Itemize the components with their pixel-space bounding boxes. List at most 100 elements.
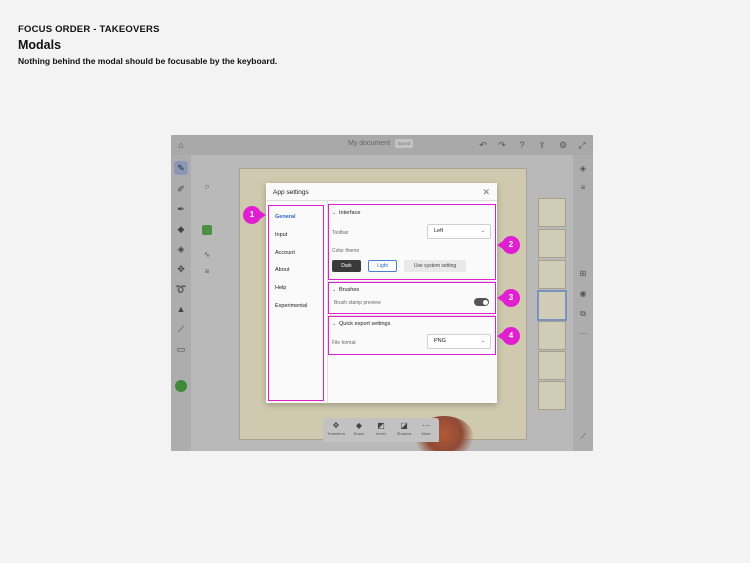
pen-tool-icon[interactable]: ✒ — [174, 202, 188, 216]
toolbar-select[interactable]: Left ⌄ — [427, 224, 491, 239]
quick-export-section: ⌄ Quick export settings File format PNG … — [328, 316, 496, 355]
section-title-interface[interactable]: Interface — [339, 210, 360, 216]
nav-item-input[interactable]: Input — [275, 232, 287, 238]
toolbar-label: Toolbar — [332, 230, 349, 236]
chevron-down-icon[interactable]: ⌄ — [332, 287, 336, 293]
interface-section: ⌄ Interface Toolbar Left ⌄ Color theme D… — [328, 204, 496, 280]
toggle-knob — [483, 299, 488, 305]
theme-dark-button[interactable]: Dark — [332, 260, 361, 272]
help-icon[interactable]: ? — [516, 139, 528, 151]
nav-item-help[interactable]: Help — [275, 285, 286, 291]
brushes-section: ⌄ Brushes Brush stamp preview — [328, 282, 496, 314]
bottom-toolbar: ✥ Transform ◆ Erase ◩ Invert ◪ Shadow ⋯ … — [323, 418, 439, 442]
chevron-down-icon[interactable]: ⌄ — [332, 321, 336, 327]
layer-thumbnail[interactable] — [538, 351, 566, 380]
chevron-down-icon: ⌄ — [480, 228, 485, 234]
layer-thumbnail[interactable] — [538, 260, 566, 289]
section-title-quick-export[interactable]: Quick export settings — [339, 321, 390, 327]
file-format-select[interactable]: PNG ⌄ — [427, 334, 491, 349]
merge-icon[interactable]: ⧉ — [577, 308, 589, 320]
layer-thumbnail-selected[interactable] — [537, 290, 567, 321]
header-eyebrow: FOCUS ORDER - TAKEOVERS — [18, 24, 160, 35]
shadow-label: Shadow — [396, 431, 412, 436]
share-icon[interactable]: ⇪ — [536, 139, 548, 151]
wave-icon[interactable]: ∿ — [200, 248, 214, 261]
focus-order-badge-3: 3 — [497, 289, 520, 307]
transform-icon: ✥ — [332, 421, 340, 430]
document-title: My document — [348, 140, 391, 147]
page-subtitle: Nothing behind the modal should be focus… — [18, 56, 278, 66]
more-label: More — [421, 431, 431, 436]
theme-system-button[interactable]: Use system setting — [404, 260, 466, 272]
erase-button[interactable]: ◆ Erase — [348, 421, 370, 437]
image-tool-icon[interactable]: ▭ — [174, 342, 188, 356]
layer-thumbnail[interactable] — [538, 229, 566, 258]
nav-item-about[interactable]: About — [275, 267, 289, 273]
erase-icon: ◆ — [355, 421, 363, 430]
properties-icon[interactable]: ≡ — [577, 182, 589, 194]
home-icon[interactable]: ⌂ — [175, 139, 187, 151]
section-title-brushes[interactable]: Brushes — [339, 287, 359, 293]
invert-button[interactable]: ◩ Invert — [370, 421, 392, 437]
nav-item-experimental[interactable]: Experimental — [275, 303, 307, 309]
ruler-icon[interactable]: ⟋ — [577, 431, 589, 443]
lasso-tool-icon[interactable]: ➰ — [174, 282, 188, 296]
layers-panel — [535, 193, 567, 413]
visibility-icon[interactable]: ◉ — [577, 288, 589, 300]
app-settings-modal: App settings ✕ General Input Account Abo… — [266, 183, 497, 403]
toolbar-select-value: Left — [434, 228, 444, 234]
nav-item-account[interactable]: Account — [275, 250, 295, 256]
invert-label: Invert — [375, 431, 386, 436]
divider — [266, 200, 497, 201]
transform-button[interactable]: ✥ Transform — [325, 421, 347, 437]
layer-thumbnail[interactable] — [538, 321, 566, 350]
settings-nav: General Input Account About Help Experim… — [268, 205, 324, 401]
focus-order-badge-2: 2 — [497, 236, 520, 254]
transform-label: Transform — [326, 431, 346, 436]
focus-order-badge-4: 4 — [497, 327, 520, 345]
color-swatch[interactable] — [175, 380, 187, 392]
layer-thumbnail[interactable] — [538, 381, 566, 410]
erase-label: Erase — [353, 431, 365, 436]
chevron-down-icon[interactable]: ⌄ — [332, 210, 336, 216]
nav-item-general[interactable]: General — [275, 214, 295, 220]
modal-title: App settings — [273, 189, 309, 196]
document-badge: Saved — [395, 139, 413, 148]
fill-tool-icon[interactable]: ◈ — [174, 242, 188, 256]
smudge-tool-icon[interactable]: ▲ — [174, 302, 188, 316]
chevron-down-icon: ⌄ — [480, 338, 485, 344]
more-horizontal-icon: ⋯ — [422, 421, 430, 430]
redo-icon[interactable]: ↷ — [496, 139, 508, 151]
more-icon[interactable]: ⋯ — [577, 328, 589, 340]
brush-stamp-toggle[interactable] — [474, 298, 489, 306]
theme-light-button[interactable]: Light — [368, 260, 397, 272]
gear-icon[interactable]: ⚙ — [557, 139, 569, 151]
transform-tool-icon[interactable]: ✥ — [174, 262, 188, 276]
right-toolbar: ◈ ≡ ⊞ ◉ ⧉ ⋯ ⟋ — [573, 155, 593, 451]
invert-icon: ◩ — [377, 421, 385, 430]
eyedropper-tool-icon[interactable]: ⟋ — [174, 322, 188, 336]
brush-color-swatch[interactable] — [202, 225, 212, 235]
brush-tool-icon[interactable]: ✎ — [174, 161, 188, 175]
layers-icon[interactable]: ◈ — [577, 163, 589, 175]
layer-thumbnail[interactable] — [538, 198, 566, 227]
brush-stamp-label: Brush stamp preview — [334, 300, 381, 306]
focus-order-badge-1: 1 — [243, 206, 266, 224]
add-layer-icon[interactable]: ⊞ — [577, 268, 589, 280]
page-title: Modals — [18, 38, 62, 52]
eraser-tool-icon[interactable]: ◆ — [174, 222, 188, 236]
shadow-button[interactable]: ◪ Shadow — [393, 421, 415, 437]
more-button[interactable]: ⋯ More — [415, 421, 437, 437]
app-topbar: ⌂ My document Saved ↶ ↷ ? ⇪ ⚙ ⤢ — [171, 135, 593, 155]
close-icon[interactable]: ✕ — [482, 187, 490, 198]
brush-size-icon[interactable]: ○ — [200, 180, 214, 193]
fullscreen-icon[interactable]: ⤢ — [576, 139, 588, 151]
undo-icon[interactable]: ↶ — [477, 139, 489, 151]
file-format-value: PNG — [434, 338, 446, 344]
settings-lines-icon[interactable]: ≡ — [200, 265, 214, 278]
file-format-label: File format — [332, 340, 356, 346]
color-theme-label: Color theme — [332, 248, 360, 254]
shadow-icon: ◪ — [400, 421, 408, 430]
pencil-tool-icon[interactable]: ✐ — [174, 182, 188, 196]
brush-subpanel: ○ ∿ ≡ — [197, 160, 217, 276]
